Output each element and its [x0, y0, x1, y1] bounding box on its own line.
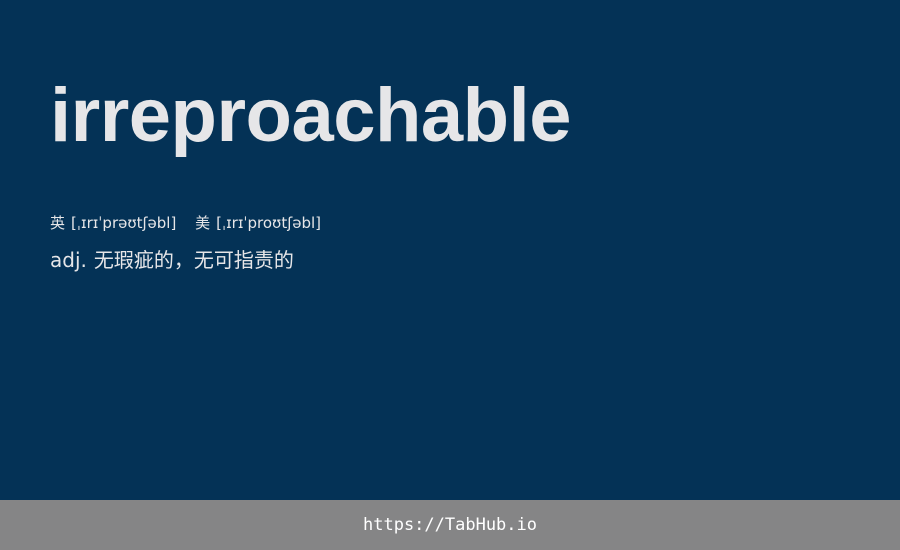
pronunciation-us-ipa: [ˌɪrɪˈproʊtʃəbl] [216, 214, 322, 232]
definition: adj. 无瑕疵的，无可指责的 [50, 246, 294, 274]
pronunciation-us-region: 美 [195, 214, 211, 232]
tabhub-link[interactable]: https://TabHub.io [363, 515, 537, 535]
pronunciation-us: 美 [ˌɪrɪˈproʊtʃəbl] [195, 212, 321, 234]
headword: irreproachable [50, 73, 572, 158]
part-of-speech: adj. [50, 248, 87, 272]
pronunciation-row: 英 [ˌɪrɪˈprəʊtʃəbl] 美 [ˌɪrɪˈproʊtʃəbl] [50, 212, 321, 234]
pronunciation-uk: 英 [ˌɪrɪˈprəʊtʃəbl] [50, 212, 176, 234]
definition-meaning: 无瑕疵的，无可指责的 [93, 248, 294, 272]
footer-bar: https://TabHub.io [0, 500, 900, 550]
pronunciation-uk-region: 英 [50, 214, 66, 232]
pronunciation-uk-ipa: [ˌɪrɪˈprəʊtʃəbl] [71, 214, 177, 232]
word-card: irreproachable 英 [ˌɪrɪˈprəʊtʃəbl] 美 [ˌɪrɪˈ… [0, 0, 900, 500]
